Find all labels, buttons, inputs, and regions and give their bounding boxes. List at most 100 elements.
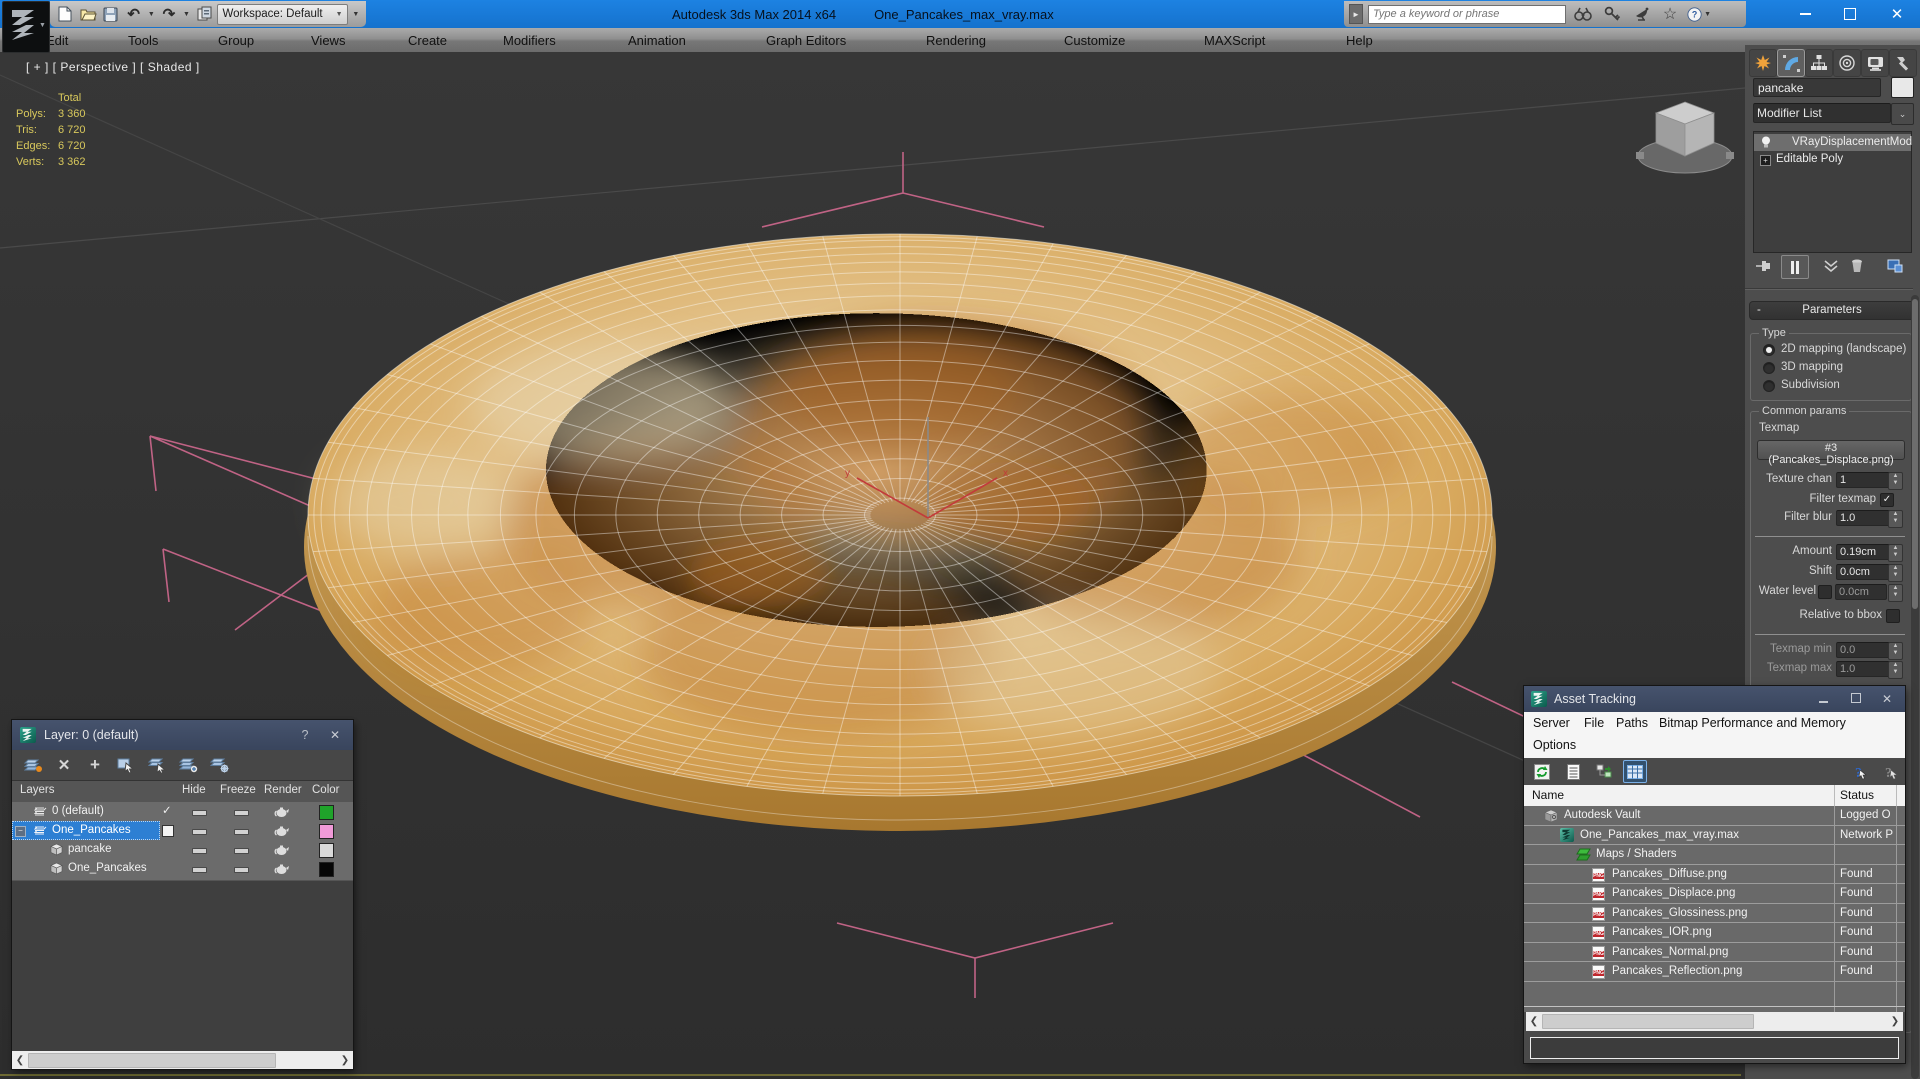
tab-hierarchy[interactable] <box>1805 49 1833 77</box>
filter-blur-field[interactable]: 1.0 <box>1836 510 1891 526</box>
texmap-max-spinner[interactable]: ▲ ▼ <box>1888 661 1903 679</box>
pancake-mesh[interactable] <box>304 233 1496 831</box>
texmap-min-spinner[interactable]: ▲ ▼ <box>1888 642 1903 660</box>
object-name-field[interactable] <box>1753 78 1881 97</box>
menu-maxscript[interactable]: MAXScript <box>1204 28 1265 52</box>
table-view-button[interactable] <box>1623 760 1647 783</box>
show-end-result-button[interactable] <box>1781 255 1809 279</box>
tab-utilities[interactable] <box>1889 49 1917 77</box>
search-input[interactable] <box>1368 4 1566 24</box>
viewcube[interactable] <box>1636 101 1734 174</box>
asset-row-png[interactable]: PNG Pancakes_Normal.png Found <box>1524 943 1905 962</box>
delete-layer-button[interactable]: ✕ <box>53 755 75 775</box>
asset-menu-server[interactable]: Server <box>1533 716 1570 730</box>
freeze-toggle[interactable] <box>234 867 249 873</box>
workspace-selector[interactable]: Workspace: Default ▼ <box>217 3 348 25</box>
object-row-pancake[interactable]: pancake <box>12 840 353 859</box>
panel-scrollbar[interactable] <box>1911 295 1919 1079</box>
render-teapot-icon[interactable] <box>274 825 290 837</box>
communication-center-button[interactable] <box>1629 4 1653 24</box>
search-button[interactable] <box>1571 4 1595 24</box>
freeze-toggle[interactable] <box>234 848 249 854</box>
stack-item-editable-poly[interactable]: + Editable Poly <box>1754 151 1911 168</box>
application-menu-button[interactable]: ▼ <box>2 1 50 53</box>
context-help-button[interactable]: ? <box>1846 760 1870 783</box>
shift-field[interactable]: 0.0cm <box>1836 564 1891 580</box>
object-color-swatch[interactable] <box>1891 77 1914 98</box>
redo-dropdown[interactable]: ▼ <box>182 4 190 24</box>
menu-graph-editors[interactable]: Graph Editors <box>766 28 846 52</box>
asset-row-maps-shaders[interactable]: Maps / Shaders <box>1524 845 1905 865</box>
texture-chan-field[interactable]: 1 <box>1836 472 1891 488</box>
undo-button[interactable]: ↶ <box>124 4 143 24</box>
layer-color-swatch[interactable] <box>319 824 334 839</box>
tab-display[interactable] <box>1861 49 1889 77</box>
layer-settings-button[interactable] <box>208 755 230 775</box>
render-teapot-icon[interactable] <box>274 863 290 875</box>
create-new-layer-button[interactable] <box>22 755 44 775</box>
panel-scrollbar-thumb[interactable] <box>1912 299 1918 609</box>
water-level-field[interactable]: 0.0cm <box>1835 584 1887 600</box>
column-status[interactable]: Status <box>1840 788 1874 802</box>
asset-row-vault[interactable]: Autodesk Vault Logged O <box>1524 806 1905 826</box>
texmap-max-field[interactable]: 1.0 <box>1836 661 1891 677</box>
hide-toggle[interactable] <box>192 848 207 854</box>
stack-item-vraydisplacementmod[interactable]: VRayDisplacementMod <box>1754 134 1912 151</box>
search-history-button[interactable]: ► <box>1349 4 1363 24</box>
asset-menu-file[interactable]: File <box>1584 716 1604 730</box>
asset-close-button[interactable]: ✕ <box>1876 692 1898 706</box>
current-layer-checkbox[interactable] <box>162 825 174 837</box>
expand-box-icon[interactable]: + <box>1760 155 1771 166</box>
refresh-button[interactable] <box>1530 760 1554 783</box>
filter-blur-spinner[interactable]: ▲ ▼ <box>1888 510 1903 528</box>
asset-row-png[interactable]: PNG Pancakes_Diffuse.png Found <box>1524 865 1905 884</box>
highlight-selected-objects-layer-button[interactable] <box>146 755 168 775</box>
minimize-button[interactable] <box>1788 0 1822 28</box>
layer-close-button[interactable]: ✕ <box>325 728 345 742</box>
object-color-swatch[interactable] <box>319 862 334 877</box>
asset-window-titlebar[interactable]: Asset Tracking ✕ <box>1524 686 1905 712</box>
render-teapot-icon[interactable] <box>274 844 290 856</box>
redo-button[interactable]: ↷ <box>160 4 179 24</box>
radio-3d-mapping[interactable] <box>1763 362 1775 374</box>
asset-menu-options[interactable]: Options <box>1533 738 1576 752</box>
asset-row-max-file[interactable]: One_Pancakes_max_vray.max Network P <box>1524 826 1905 845</box>
project-folder-button[interactable] <box>195 4 214 24</box>
menu-views[interactable]: Views <box>311 28 345 52</box>
water-level-spinner[interactable]: ▲ ▼ <box>1888 584 1903 602</box>
layer-color-swatch[interactable] <box>319 805 334 820</box>
configure-modifier-sets-button[interactable] <box>1883 255 1907 277</box>
scrollbar-thumb[interactable] <box>28 1052 276 1068</box>
add-to-layer-button[interactable]: + <box>84 755 106 775</box>
menu-customize[interactable]: Customize <box>1064 28 1125 52</box>
qat-overflow-button[interactable]: ▼ <box>352 4 360 24</box>
asset-row-png[interactable]: PNG Pancakes_Displace.png Found <box>1524 884 1905 904</box>
render-teapot-icon[interactable] <box>274 806 290 818</box>
help-topics-button[interactable]: ? <box>1877 760 1901 783</box>
hide-toggle[interactable] <box>192 867 207 873</box>
make-unique-button[interactable] <box>1819 255 1843 277</box>
layer-row-one-pancakes[interactable]: − One_Pancakes <box>12 821 353 840</box>
object-color-swatch[interactable] <box>319 843 334 858</box>
texture-chan-spinner[interactable]: ▲ ▼ <box>1888 472 1903 490</box>
menu-help[interactable]: Help <box>1346 28 1373 52</box>
relative-bbox-checkbox[interactable] <box>1886 609 1900 623</box>
collapse-layer-icon[interactable]: − <box>15 826 26 837</box>
scroll-right-icon[interactable]: ❯ <box>1887 1016 1903 1027</box>
maximize-button[interactable] <box>1833 0 1867 28</box>
asset-horizontal-scrollbar[interactable]: ❮ ❯ <box>1526 1012 1903 1031</box>
menu-modifiers[interactable]: Modifiers <box>503 28 556 52</box>
select-objects-in-layer-button[interactable] <box>115 755 137 775</box>
hide-toggle[interactable] <box>192 829 207 835</box>
menu-tools[interactable]: Tools <box>128 28 158 52</box>
column-name[interactable]: Name <box>1532 788 1564 802</box>
menu-animation[interactable]: Animation <box>628 28 686 52</box>
list-view-button[interactable] <box>1561 760 1585 783</box>
tab-modify[interactable] <box>1777 49 1805 77</box>
tab-create[interactable] <box>1749 49 1777 77</box>
hide-toggle[interactable] <box>192 810 207 816</box>
modifier-list-caret[interactable]: ⌄ <box>1891 103 1914 125</box>
amount-spinner[interactable]: ▲ ▼ <box>1888 544 1903 562</box>
radio-subdivision[interactable] <box>1763 380 1775 392</box>
layer-help-button[interactable]: ? <box>293 728 317 742</box>
